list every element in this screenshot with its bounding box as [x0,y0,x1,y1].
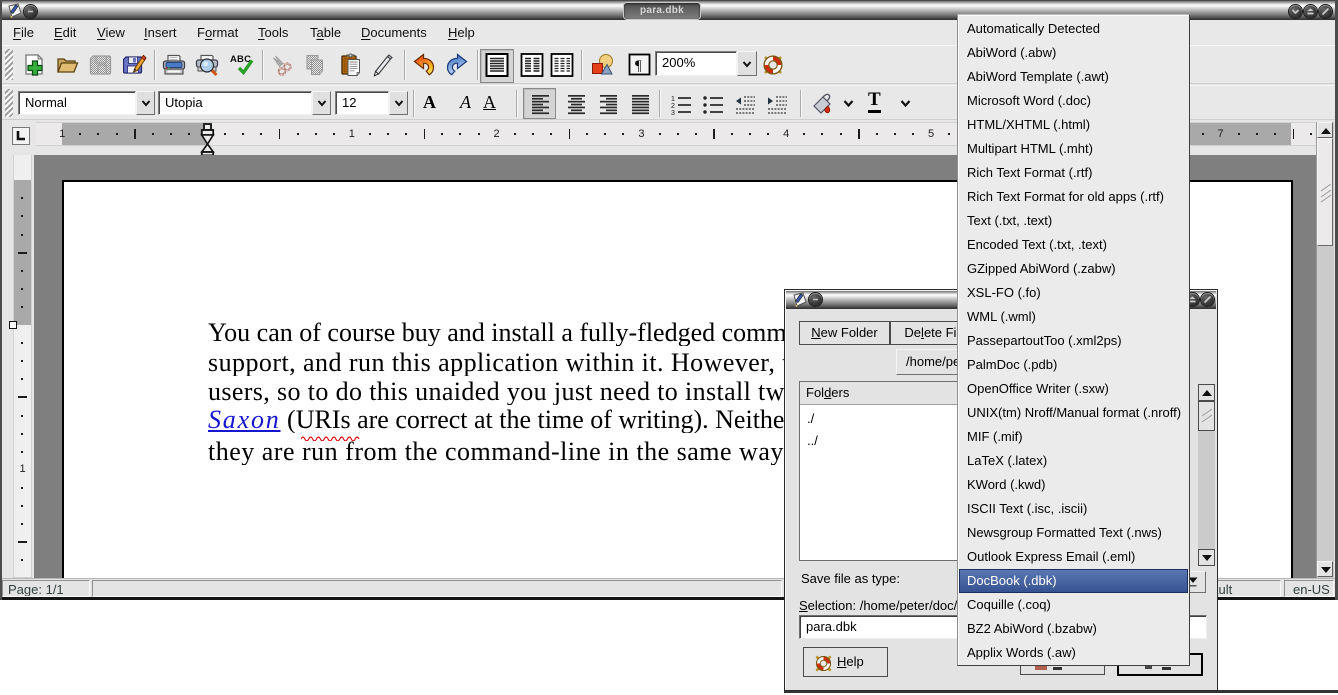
svg-text:¶: ¶ [635,58,642,74]
svg-text:3: 3 [671,110,675,117]
svg-text:1: 1 [671,96,675,103]
svg-text:2: 2 [671,103,675,110]
